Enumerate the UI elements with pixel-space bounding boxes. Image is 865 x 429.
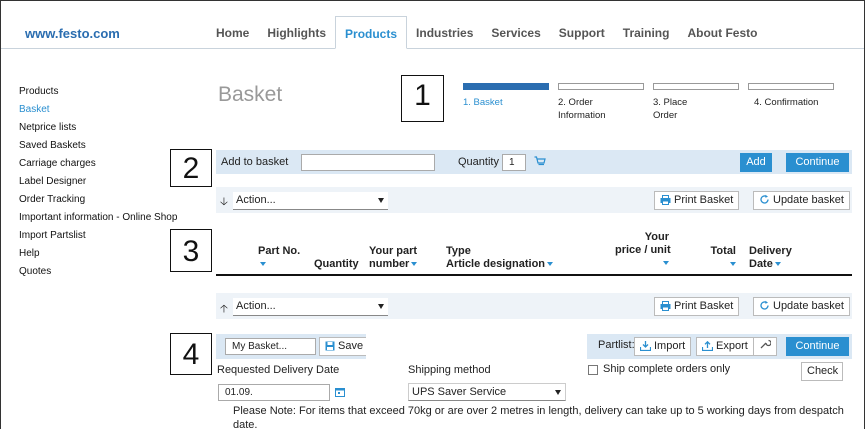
part-number-input[interactable] — [301, 154, 435, 171]
sort-down-icon[interactable] — [663, 261, 669, 266]
column-quantity: Quantity — [314, 258, 359, 270]
shipping-method-select[interactable]: UPS Saver Service — [408, 383, 566, 401]
checkout-steps: 1. Basket 2. Order Information 3. Place Or… — [463, 83, 843, 122]
chevron-down-icon — [555, 390, 561, 395]
step-progress-bar — [748, 83, 834, 90]
callout-4: 4 — [170, 333, 212, 375]
step-label: 3. Place Order — [653, 97, 688, 121]
callout-3: 3 — [170, 229, 212, 272]
printer-icon — [660, 301, 671, 311]
sort-down-icon[interactable] — [411, 262, 418, 267]
chevron-down-icon — [378, 198, 384, 203]
nav-products[interactable]: Products — [335, 16, 408, 49]
column-total[interactable]: Total — [710, 245, 736, 271]
refresh-icon — [760, 194, 769, 204]
callout-1: 1 — [401, 75, 444, 122]
nav-highlights[interactable]: Highlights — [258, 16, 335, 49]
export-icon — [702, 341, 713, 351]
table-header-rule — [216, 274, 852, 276]
add-button[interactable]: Add — [740, 153, 772, 172]
update-basket-button-bottom[interactable]: Update basket — [753, 297, 850, 316]
save-button[interactable]: Save — [319, 337, 370, 356]
step-progress-bar — [463, 83, 549, 90]
nav-home[interactable]: Home — [207, 16, 258, 49]
import-icon — [640, 341, 651, 351]
sidebar-item-products[interactable]: Products — [19, 85, 209, 103]
sort-down-icon[interactable] — [774, 262, 781, 267]
column-part-no[interactable]: Part No. — [258, 245, 300, 271]
nav-about-festo[interactable]: About Festo — [678, 16, 766, 49]
main-nav: Home Highlights Products Industries Serv… — [207, 16, 766, 49]
basket-name-input[interactable]: My Basket... — [225, 338, 316, 355]
nav-industries[interactable]: Industries — [407, 16, 482, 49]
action-select-bottom[interactable]: Action... — [233, 298, 388, 316]
site-logo[interactable]: www.festo.com — [25, 26, 120, 41]
arrow-down-icon: 🡣 — [220, 196, 228, 208]
partlist-label: Partlist: — [598, 339, 635, 351]
column-delivery-date[interactable]: Delivery Date — [749, 245, 792, 271]
continue-button[interactable]: Continue — [786, 153, 849, 172]
nav-support[interactable]: Support — [550, 16, 614, 49]
import-button[interactable]: Import — [634, 337, 692, 356]
sidebar-item-netprice-lists[interactable]: Netprice lists — [19, 121, 209, 139]
callout-2: 2 — [170, 149, 212, 187]
sidebar-item-order-tracking[interactable]: Order Tracking — [19, 193, 209, 211]
sort-down-icon[interactable] — [547, 262, 554, 267]
step-label: 2. Order Information — [558, 97, 606, 121]
sort-down-icon[interactable] — [730, 262, 736, 267]
check-button[interactable]: Check — [801, 362, 843, 381]
ship-complete-checkbox[interactable] — [588, 365, 598, 375]
sidebar-item-important-information[interactable]: Important information - Online Shop — [19, 211, 209, 229]
add-to-basket-label: Add to basket — [221, 156, 289, 168]
quantity-label: Quantity — [458, 156, 499, 168]
step-progress-bar — [558, 83, 644, 90]
column-type[interactable]: Type Article designation — [446, 245, 554, 271]
sort-down-icon[interactable] — [260, 262, 266, 267]
column-your-price-unit[interactable]: Your price / unit — [615, 231, 671, 270]
arrow-up-icon: 🡡 — [220, 303, 228, 315]
sidebar-item-basket[interactable]: Basket — [19, 103, 209, 121]
delivery-date-input[interactable]: 01.09. — [218, 384, 330, 401]
nav-services[interactable]: Services — [482, 16, 549, 49]
step-label: 1. Basket — [463, 97, 503, 108]
calendar-icon[interactable] — [335, 387, 345, 400]
step-label: 4. Confirmation — [754, 97, 819, 108]
requested-delivery-date-label: Requested Delivery Date — [217, 364, 340, 376]
save-bar-gap — [366, 334, 587, 359]
step-place-order: 3. Place Order — [653, 83, 748, 122]
action-select-top[interactable]: Action... — [233, 192, 388, 210]
step-progress-bar — [653, 83, 739, 90]
update-basket-button-top[interactable]: Update basket — [753, 191, 850, 210]
column-your-part-number[interactable]: Your part number — [369, 245, 418, 271]
printer-icon — [660, 195, 671, 205]
export-button[interactable]: Export — [696, 337, 754, 356]
continue-button-bottom[interactable]: Continue — [786, 337, 849, 356]
shipping-method-label: Shipping method — [408, 364, 491, 376]
print-basket-button-top[interactable]: Print Basket — [654, 191, 740, 210]
chevron-down-icon — [378, 304, 384, 309]
refresh-icon — [760, 300, 769, 310]
step-confirmation: 4. Confirmation — [748, 83, 843, 122]
top-bar: www.festo.com Home Highlights Products I… — [1, 1, 864, 49]
delivery-note: Please Note: For items that exceed 70kg … — [233, 405, 844, 429]
wrench-icon[interactable] — [753, 337, 777, 356]
page-frame: www.festo.com Home Highlights Products I… — [0, 0, 865, 429]
step-order-information: 2. Order Information — [558, 83, 653, 122]
nav-training[interactable]: Training — [614, 16, 679, 49]
step-basket: 1. Basket — [463, 83, 558, 122]
quantity-input[interactable]: 1 — [502, 154, 526, 171]
cart-icon[interactable] — [534, 156, 546, 170]
floppy-disk-icon — [325, 341, 335, 351]
page-title: Basket — [218, 83, 283, 106]
print-basket-button-bottom[interactable]: Print Basket — [654, 297, 740, 316]
ship-complete-label: Ship complete orders only — [603, 363, 731, 375]
